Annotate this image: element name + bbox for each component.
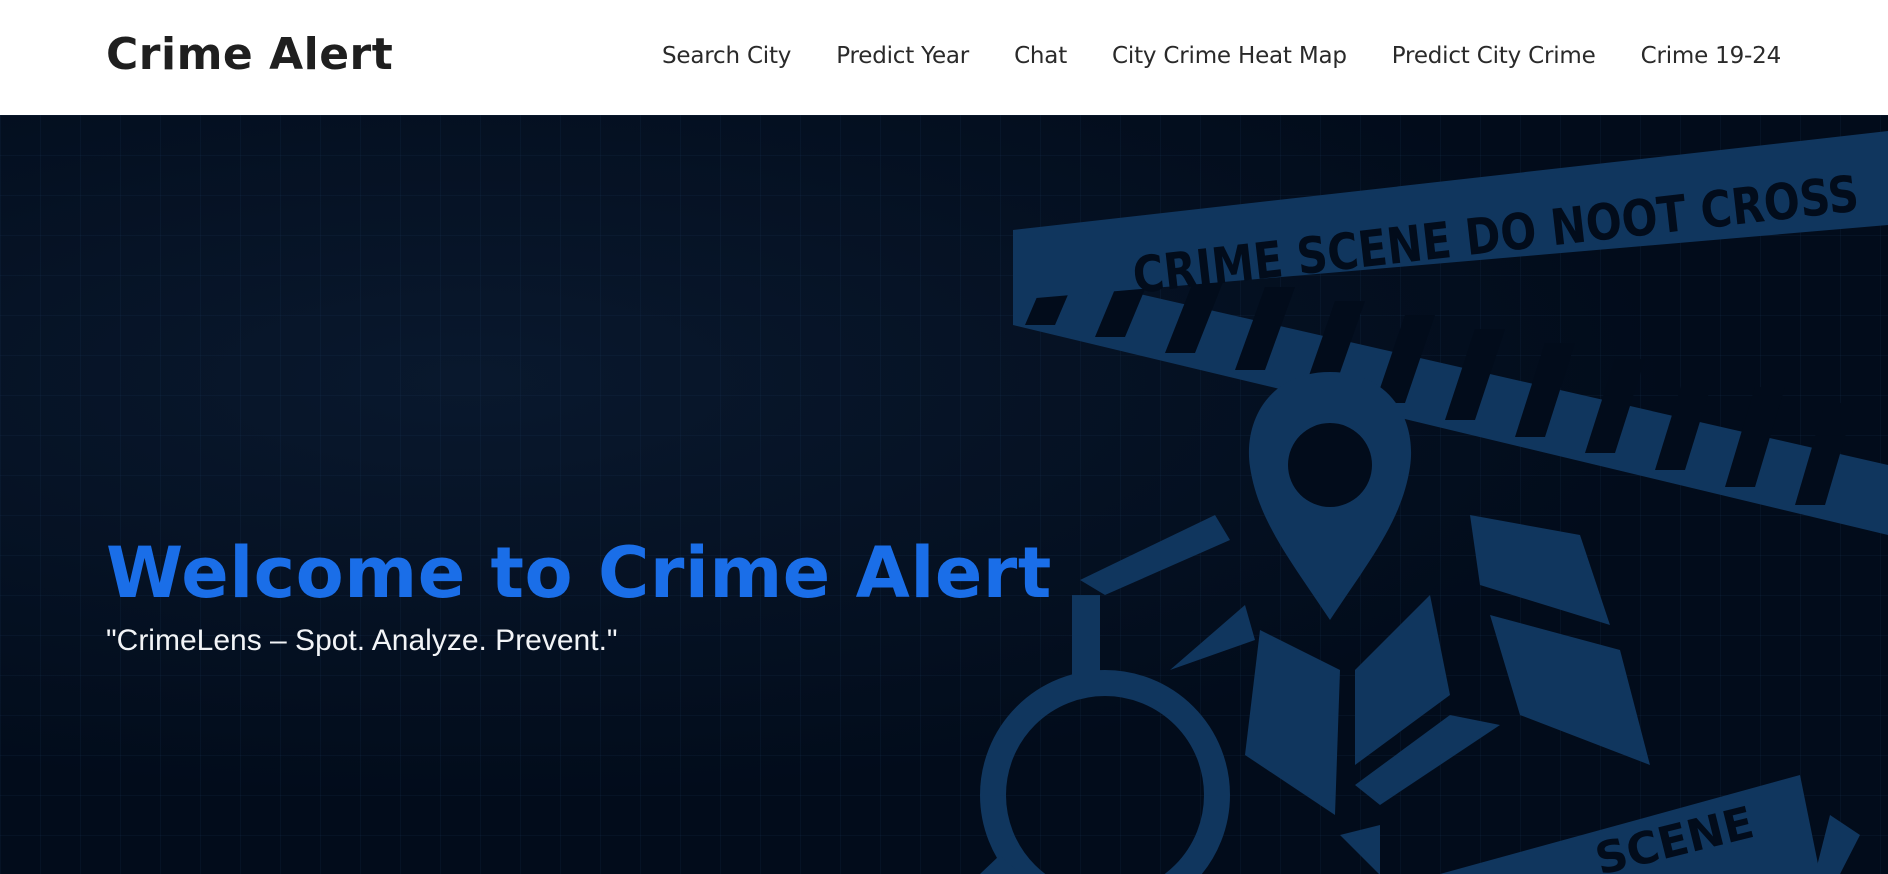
hero-title: Welcome to Crime Alert xyxy=(106,532,1052,614)
brand-logo[interactable]: Crime Alert xyxy=(106,26,393,84)
nav-crime-19-24[interactable]: Crime 19-24 xyxy=(1641,38,1782,74)
crime-scene-tape-bottom: SCENE xyxy=(1440,775,1860,874)
magnifying-glass-icon xyxy=(980,670,1230,874)
hero-subtitle: "CrimeLens – Spot. Analyze. Prevent." xyxy=(106,624,618,657)
location-pin-icon xyxy=(1248,372,1412,620)
nav-city-crime-heat-map[interactable]: City Crime Heat Map xyxy=(1112,38,1347,74)
nav-chat[interactable]: Chat xyxy=(1014,38,1067,74)
crime-scene-tape-banner: CRIME SCENE DO NOOT CROSS xyxy=(1013,131,1888,305)
main-nav: Search City Predict Year Chat City Crime… xyxy=(662,38,1781,74)
top-navbar: Crime Alert Search City Predict Year Cha… xyxy=(0,0,1888,115)
nav-predict-year[interactable]: Predict Year xyxy=(836,38,969,74)
hero-illustration: CRIME SCENE DO NOOT CROSS SCENE xyxy=(980,131,1888,874)
hero-section: CRIME SCENE DO NOOT CROSS SCENE Welcome … xyxy=(0,115,1888,874)
nav-predict-city-crime[interactable]: Predict City Crime xyxy=(1392,38,1596,74)
nav-search-city[interactable]: Search City xyxy=(662,38,791,74)
